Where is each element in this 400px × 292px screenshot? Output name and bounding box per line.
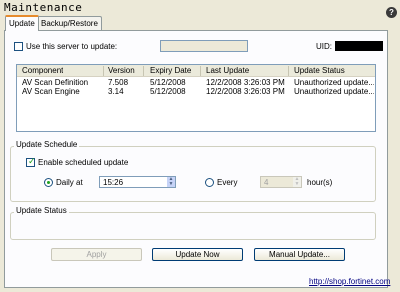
update-schedule-group bbox=[10, 146, 376, 202]
every-hours-stepper[interactable]: 4 ▲ ▼ bbox=[260, 176, 302, 188]
uid-value bbox=[335, 41, 383, 51]
server-address-input[interactable] bbox=[160, 40, 248, 52]
use-server-checkbox[interactable] bbox=[14, 42, 23, 51]
tab-update[interactable]: Update bbox=[5, 15, 39, 31]
column-header-version[interactable]: Version bbox=[108, 66, 135, 75]
chevron-down-icon[interactable]: ▼ bbox=[293, 182, 301, 187]
table-header: Component Version Expiry Date Last Updat… bbox=[17, 65, 375, 77]
cell-expiry-date: 5/12/2008 bbox=[150, 87, 186, 96]
table-row[interactable]: AV Scan Definition 7.508 5/12/2008 12/2/… bbox=[17, 78, 375, 87]
cell-update-status: Unauthorized update... bbox=[294, 87, 374, 96]
enable-schedule-checkbox[interactable]: ✓ bbox=[26, 156, 36, 167]
every-radio[interactable] bbox=[205, 178, 214, 187]
daily-time-stepper[interactable]: 15:26 ▲ ▼ bbox=[99, 176, 176, 188]
update-now-button[interactable]: Update Now bbox=[152, 248, 243, 261]
cell-version: 3.14 bbox=[108, 87, 124, 96]
update-status-group bbox=[10, 212, 376, 240]
cell-component: AV Scan Engine bbox=[22, 87, 80, 96]
daily-time-value: 15:26 bbox=[103, 178, 124, 187]
cell-last-update: 12/2/2008 3:26:03 PM bbox=[206, 87, 285, 96]
page-title: Maintenance bbox=[4, 1, 83, 14]
tab-backup-restore[interactable]: Backup/Restore bbox=[37, 16, 102, 30]
shop-link[interactable]: http://shop.fortinet.com bbox=[309, 277, 390, 286]
radio-dot-icon bbox=[47, 181, 50, 184]
update-status-label: Update Status bbox=[14, 206, 69, 215]
cell-last-update: 12/2/2008 3:26:03 PM bbox=[206, 78, 285, 87]
enable-schedule-label: Enable scheduled update bbox=[38, 158, 129, 167]
use-server-label: Use this server to update: bbox=[26, 42, 118, 51]
uid-label: UID: bbox=[316, 42, 332, 51]
chevron-down-icon[interactable]: ▼ bbox=[167, 182, 175, 187]
column-header-component[interactable]: Component bbox=[22, 66, 63, 75]
help-icon[interactable]: ? bbox=[386, 7, 397, 18]
table-row[interactable]: AV Scan Engine 3.14 5/12/2008 12/2/2008 … bbox=[17, 87, 375, 96]
daily-label: Daily at bbox=[56, 178, 83, 187]
every-hours-value: 4 bbox=[264, 178, 269, 187]
cell-version: 7.508 bbox=[108, 78, 129, 87]
column-header-expiry-date[interactable]: Expiry Date bbox=[150, 66, 191, 75]
hours-label: hour(s) bbox=[307, 178, 333, 187]
components-table[interactable]: Component Version Expiry Date Last Updat… bbox=[16, 64, 376, 132]
update-schedule-label: Update Schedule bbox=[14, 140, 80, 149]
cell-expiry-date: 5/12/2008 bbox=[150, 78, 186, 87]
apply-button[interactable]: Apply bbox=[51, 248, 142, 261]
column-header-update-status[interactable]: Update Status bbox=[294, 66, 345, 75]
column-header-last-update[interactable]: Last Update bbox=[206, 66, 249, 75]
manual-update-button[interactable]: Manual Update... bbox=[254, 248, 345, 261]
cell-update-status: Unauthorized update... bbox=[294, 78, 374, 87]
cell-component: AV Scan Definition bbox=[22, 78, 89, 87]
every-label: Every bbox=[217, 178, 238, 187]
daily-radio[interactable] bbox=[44, 178, 53, 187]
check-mark-icon: ✓ bbox=[28, 156, 36, 166]
